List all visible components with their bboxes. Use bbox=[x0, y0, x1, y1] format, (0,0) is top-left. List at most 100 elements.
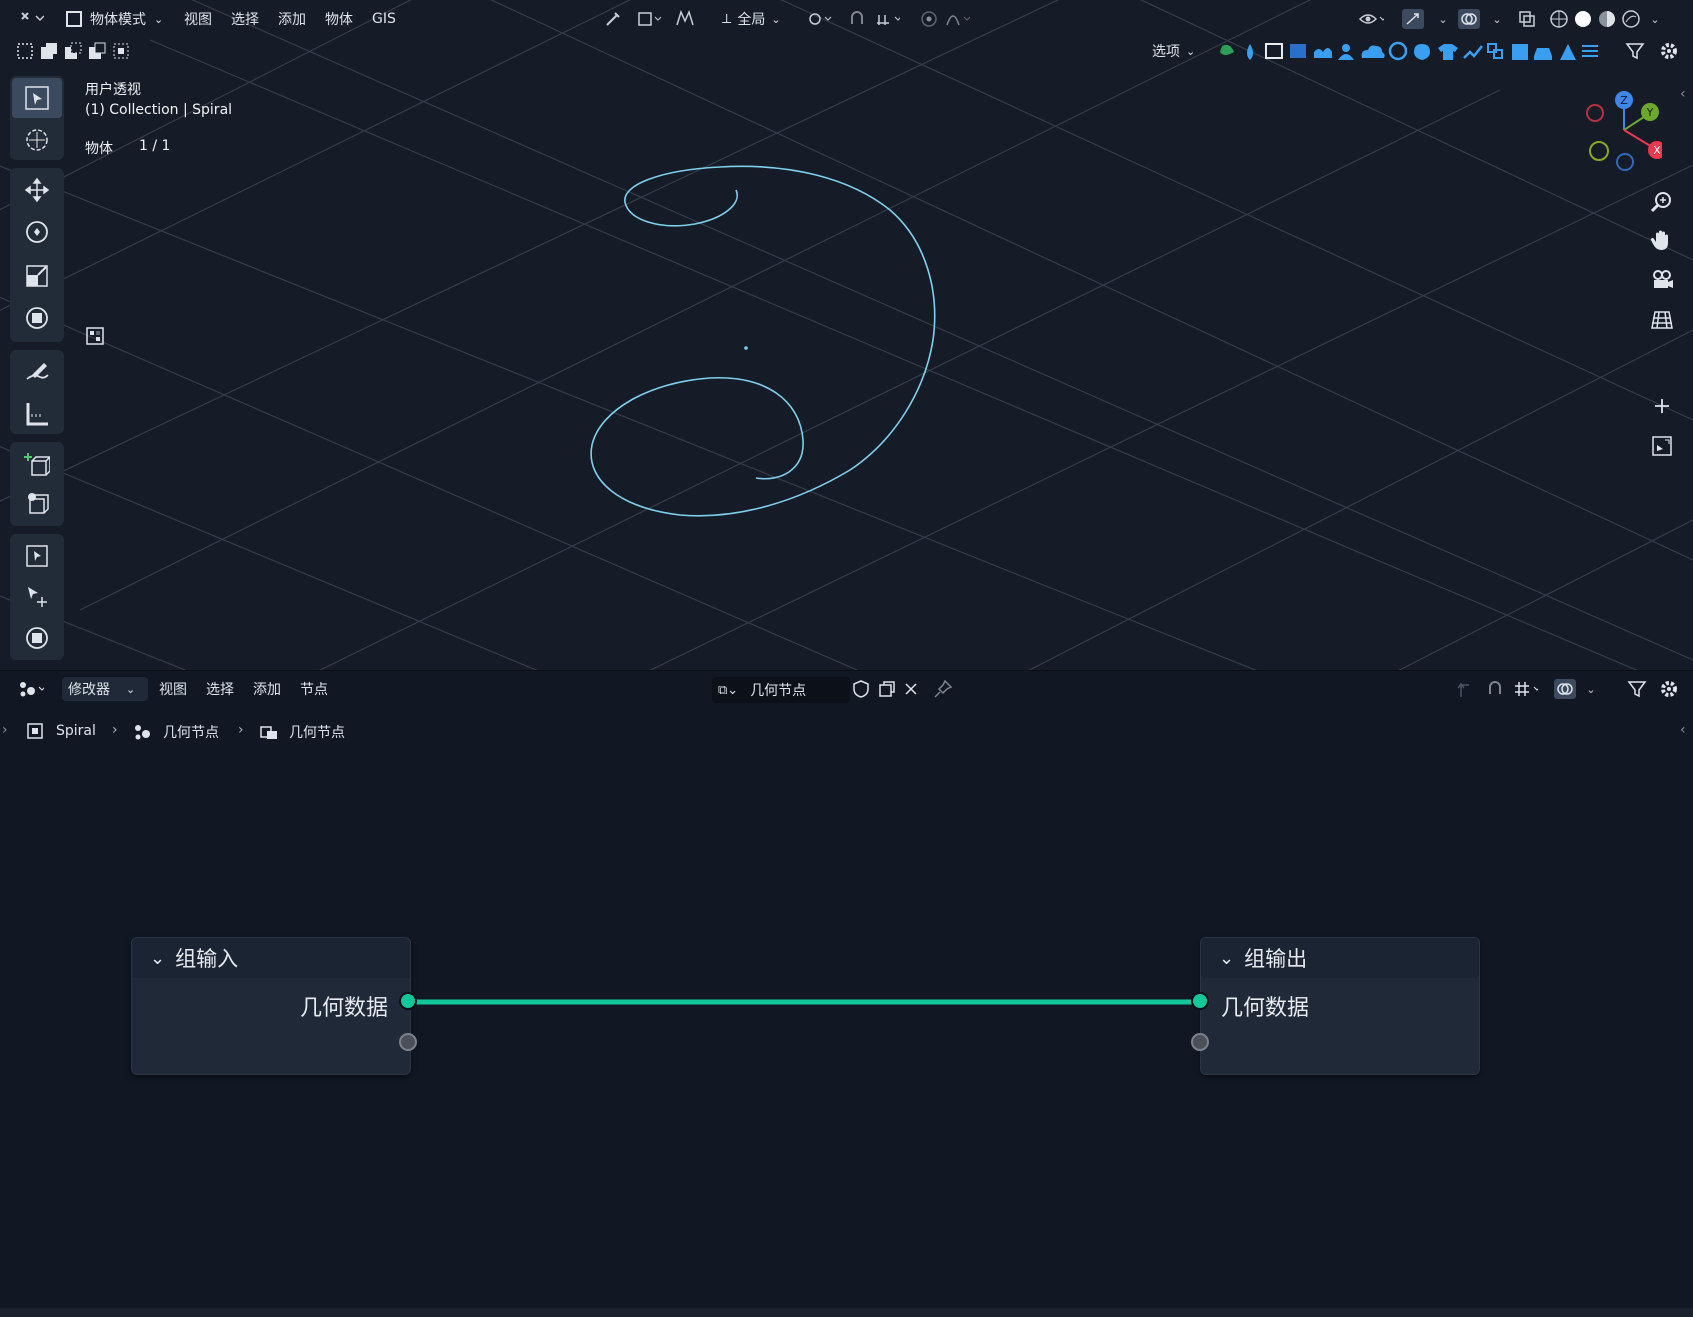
node-group-selector[interactable]: ⧉⌄ 几何节点 bbox=[712, 677, 850, 703]
chevron-down-icon[interactable]: ⌄ bbox=[1430, 6, 1456, 32]
menu-object[interactable]: 物体 bbox=[325, 7, 353, 31]
rendered-shading-icon[interactable] bbox=[1618, 6, 1644, 32]
group-output-title: 组输出 bbox=[1244, 947, 1308, 971]
neg-x-axis-icon bbox=[1586, 104, 1604, 122]
menu-view[interactable]: 视图 bbox=[184, 7, 212, 31]
falloff-icon[interactable] bbox=[944, 6, 970, 32]
empty-output-socket[interactable] bbox=[399, 1033, 417, 1051]
chevron-down-icon[interactable]: ⌄ bbox=[1578, 676, 1604, 702]
plus-icon[interactable] bbox=[1646, 390, 1678, 422]
duplicate-icon[interactable] bbox=[874, 676, 900, 702]
tool-move[interactable] bbox=[12, 170, 62, 210]
gear-icon[interactable] bbox=[1656, 38, 1682, 64]
group-input-node[interactable]: ⌄ 组输入 几何数据 bbox=[131, 937, 411, 1075]
object-mode-icon bbox=[66, 11, 82, 27]
menu-select[interactable]: 选择 bbox=[231, 7, 259, 31]
tool-select-move[interactable] bbox=[12, 576, 62, 616]
node-overlays-icon[interactable] bbox=[1552, 676, 1578, 702]
collapse-chevron-icon[interactable]: ⌄ bbox=[150, 948, 165, 969]
empty-input-socket[interactable] bbox=[1191, 1033, 1209, 1051]
select-new-icon[interactable] bbox=[12, 38, 38, 64]
checker-icon[interactable] bbox=[82, 323, 108, 349]
tool-cursor[interactable] bbox=[12, 120, 62, 160]
zoom-icon[interactable] bbox=[1646, 186, 1678, 218]
camera-view-icon[interactable] bbox=[1646, 264, 1678, 296]
select-intersect-icon[interactable] bbox=[108, 38, 134, 64]
pin-icon[interactable] bbox=[930, 676, 956, 702]
node-sidebar-toggle-icon[interactable]: ‹ bbox=[1680, 722, 1686, 738]
menu-add[interactable]: 添加 bbox=[278, 7, 306, 31]
tool-frame[interactable] bbox=[12, 536, 62, 576]
pan-hand-icon[interactable] bbox=[1646, 224, 1678, 256]
chevron-down-icon[interactable]: ⌄ bbox=[1642, 6, 1668, 32]
objects-stat-label: 物体 bbox=[85, 141, 113, 157]
tool-rotate[interactable] bbox=[12, 212, 62, 252]
solid-shading-icon[interactable] bbox=[1570, 6, 1596, 32]
geometry-input-socket[interactable] bbox=[1191, 992, 1209, 1010]
toolbar-expand-icon[interactable]: › bbox=[2, 722, 8, 738]
select-extend-icon[interactable] bbox=[36, 38, 62, 64]
3d-viewport[interactable]: 物体模式 ⌄ 视图 选择 添加 物体 GIS ⟂ 全局 ⌄ ⌄ ⌄ ⌄ 选项 ⌄ bbox=[0, 0, 1693, 670]
tool-measure[interactable] bbox=[12, 394, 62, 434]
node-gear-icon[interactable] bbox=[1656, 676, 1682, 702]
select-subtract-icon[interactable] bbox=[60, 38, 86, 64]
orientation-icon: ⟂ bbox=[722, 11, 732, 27]
group-output-node[interactable]: ⌄ 组输出 几何数据 bbox=[1200, 937, 1480, 1075]
editor-type-button[interactable] bbox=[18, 6, 44, 32]
tool-scale[interactable] bbox=[12, 256, 62, 296]
group-output-header[interactable]: ⌄ 组输出 bbox=[1201, 938, 1479, 978]
eyedropper-icon[interactable] bbox=[600, 6, 626, 32]
geometry-output-label: 几何数据 bbox=[299, 996, 388, 1021]
gizmo-toggle-icon[interactable] bbox=[1400, 6, 1426, 32]
modifier-type-dropdown[interactable]: 修改器 ⌄ bbox=[62, 677, 148, 701]
fake-user-shield-icon[interactable] bbox=[848, 676, 874, 702]
group-input-header[interactable]: ⌄ 组输入 bbox=[132, 938, 410, 978]
mode-dropdown[interactable]: 物体模式 ⌄ bbox=[66, 7, 163, 31]
orientation-dropdown[interactable]: ⟂ 全局 ⌄ bbox=[722, 7, 781, 31]
frame-selected-icon[interactable] bbox=[1646, 430, 1678, 462]
node-menu-select[interactable]: 选择 bbox=[206, 679, 234, 699]
node-menu-view[interactable]: 视图 bbox=[159, 679, 187, 699]
node-snap-icon[interactable] bbox=[1482, 676, 1508, 702]
select-box-icon[interactable] bbox=[636, 6, 662, 32]
material-shading-icon[interactable] bbox=[1594, 6, 1620, 32]
tool-add-object[interactable] bbox=[12, 484, 62, 524]
breadcrumb-object[interactable]: Spiral bbox=[26, 722, 96, 740]
collapse-chevron-icon[interactable]: ⌄ bbox=[1219, 948, 1234, 969]
node-editor-type-button[interactable] bbox=[18, 676, 44, 702]
wireframe-shading-icon[interactable] bbox=[1546, 6, 1572, 32]
options-dropdown[interactable]: 选项 ⌄ bbox=[1152, 39, 1195, 63]
addon-icon-row[interactable] bbox=[1214, 40, 1684, 64]
filter-icon[interactable] bbox=[1622, 38, 1648, 64]
visibility-icon[interactable] bbox=[1358, 6, 1384, 32]
snap-increment-icon[interactable] bbox=[874, 6, 900, 32]
node-menu-node[interactable]: 节点 bbox=[300, 679, 328, 699]
close-icon[interactable] bbox=[898, 676, 924, 702]
node-snap-grid-icon[interactable] bbox=[1512, 676, 1538, 702]
breadcrumb-modifier[interactable]: 几何节点 bbox=[133, 722, 219, 742]
proportional-edit-icon[interactable] bbox=[916, 6, 942, 32]
breadcrumb-node-group[interactable]: 几何节点 bbox=[259, 722, 345, 742]
geometry-nodes-modifier-icon bbox=[135, 725, 150, 740]
tool-transform[interactable] bbox=[12, 298, 62, 338]
pivot-point-icon[interactable] bbox=[806, 6, 832, 32]
parent-node-tree-icon[interactable] bbox=[1452, 676, 1478, 702]
spiral-curve bbox=[590, 165, 936, 517]
tool-transform-gis[interactable] bbox=[12, 618, 62, 658]
chevron-down-icon[interactable]: ⌄ bbox=[1484, 6, 1510, 32]
menu-gis[interactable]: GIS bbox=[372, 7, 396, 31]
tool-select-box[interactable] bbox=[12, 78, 62, 118]
xray-icon[interactable] bbox=[1514, 6, 1540, 32]
tool-add-cube[interactable] bbox=[12, 444, 62, 484]
overlays-icon[interactable] bbox=[1456, 6, 1482, 32]
geometry-output-socket[interactable] bbox=[399, 992, 417, 1010]
tool-annotate[interactable] bbox=[12, 352, 62, 392]
snap-toggle-icon[interactable] bbox=[844, 6, 870, 32]
ortho-grid-icon[interactable] bbox=[1646, 304, 1678, 336]
navigation-gizmo[interactable]: Z Y X bbox=[1572, 88, 1662, 178]
sidebar-toggle-icon[interactable]: ‹ bbox=[1680, 86, 1686, 102]
snap-shape-icon[interactable] bbox=[672, 6, 698, 32]
select-invert-icon[interactable] bbox=[84, 38, 110, 64]
node-filter-icon[interactable] bbox=[1624, 676, 1650, 702]
node-menu-add[interactable]: 添加 bbox=[253, 679, 281, 699]
